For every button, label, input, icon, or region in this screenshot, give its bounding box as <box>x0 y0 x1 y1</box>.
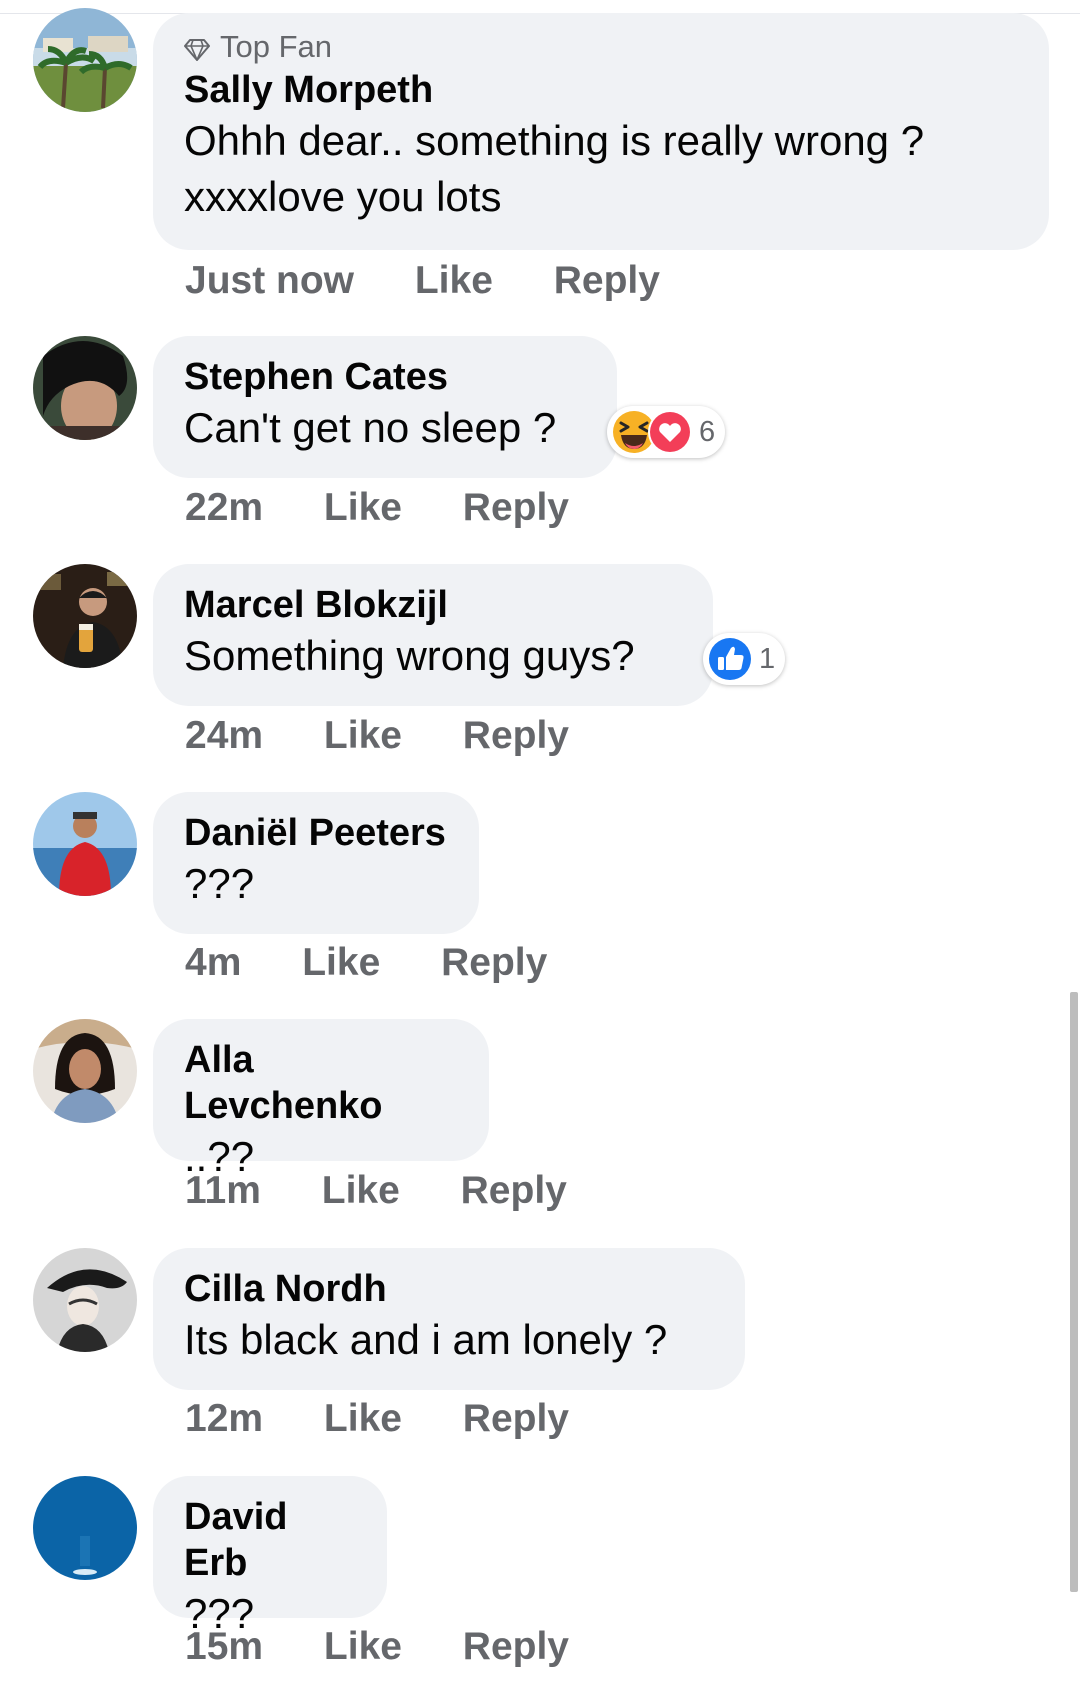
avatar[interactable] <box>33 564 137 668</box>
reaction-count: 1 <box>759 642 776 675</box>
like-reaction-icon <box>709 638 751 680</box>
timestamp[interactable]: 12m <box>185 1394 263 1444</box>
reply-button[interactable]: Reply <box>463 1394 569 1444</box>
diamond-icon <box>184 39 210 63</box>
reply-button[interactable]: Reply <box>461 1166 567 1216</box>
avatar[interactable] <box>33 1476 137 1580</box>
comment-text: ??? <box>184 860 255 907</box>
reply-button[interactable]: Reply <box>554 256 660 306</box>
comment-text: Can't get no sleep ? <box>184 404 557 451</box>
comment-author[interactable]: Alla Levchenko <box>184 1037 458 1129</box>
timestamp[interactable]: 11m <box>185 1166 261 1216</box>
like-button[interactable]: Like <box>324 1394 402 1444</box>
like-button[interactable]: Like <box>415 256 493 306</box>
comment-actions: 15m Like Reply <box>185 1622 619 1672</box>
reply-button[interactable]: Reply <box>463 483 569 533</box>
reaction-summary[interactable]: 1 <box>703 633 786 685</box>
comment-bubble: Marcel Blokzijl Something wrong guys? <box>153 564 713 706</box>
like-button[interactable]: Like <box>324 483 402 533</box>
scrollbar[interactable] <box>1070 992 1078 1592</box>
avatar[interactable] <box>33 8 137 112</box>
top-divider <box>0 0 1080 14</box>
reaction-summary[interactable]: 6 <box>607 406 726 458</box>
comment-bubble: Stephen Cates Can't get no sleep ? <box>153 336 617 478</box>
timestamp[interactable]: Just now <box>185 256 354 306</box>
comment-actions: 4m Like Reply <box>185 938 597 988</box>
comment-bubble: Alla Levchenko ..?? <box>153 1019 489 1180</box>
reply-button[interactable]: Reply <box>463 711 569 761</box>
reaction-count: 6 <box>699 415 716 448</box>
comment-author[interactable]: David Erb <box>184 1494 356 1586</box>
avatar[interactable] <box>33 1248 137 1352</box>
comment-bubble: Cilla Nordh Its black and i am lonely ? <box>153 1248 745 1390</box>
comment-bubble: Top Fan Sally Morpeth Ohhh dear.. someth… <box>153 13 1049 250</box>
comment-author[interactable]: Marcel Blokzijl <box>184 582 682 628</box>
comment-actions: 11m Like Reply <box>185 1166 617 1216</box>
timestamp[interactable]: 4m <box>185 938 241 988</box>
like-button[interactable]: Like <box>302 938 380 988</box>
timestamp[interactable]: 24m <box>185 711 263 761</box>
timestamp[interactable]: 22m <box>185 483 263 533</box>
comment-author[interactable]: Cilla Nordh <box>184 1266 714 1312</box>
comment-bubble: David Erb ??? <box>153 1476 387 1637</box>
comment-text: Something wrong guys? <box>184 632 635 679</box>
like-button[interactable]: Like <box>322 1166 400 1216</box>
comment-author[interactable]: Stephen Cates <box>184 354 586 400</box>
comment-text: xxxxlove you lots <box>184 173 502 220</box>
like-button[interactable]: Like <box>324 711 402 761</box>
comment-actions: 22m Like Reply <box>185 483 619 533</box>
comment-author[interactable]: Sally Morpeth <box>184 67 1018 113</box>
avatar[interactable] <box>33 336 137 440</box>
comment-author[interactable]: Daniël Peeters <box>184 810 448 856</box>
top-fan-badge[interactable]: Top Fan <box>184 29 1018 65</box>
timestamp[interactable]: 15m <box>185 1622 263 1672</box>
comment-text: Its black and i am lonely ? <box>184 1316 668 1363</box>
comment-text: Ohhh dear.. something is really wrong ? <box>184 117 925 164</box>
comment-bubble: Daniël Peeters ??? <box>153 792 479 934</box>
comment-actions: 24m Like Reply <box>185 711 619 761</box>
avatar[interactable] <box>33 1019 137 1123</box>
comment-actions: 12m Like Reply <box>185 1394 619 1444</box>
reply-button[interactable]: Reply <box>463 1622 569 1672</box>
reply-button[interactable]: Reply <box>441 938 547 988</box>
love-reaction-icon <box>648 410 692 454</box>
like-button[interactable]: Like <box>324 1622 402 1672</box>
avatar[interactable] <box>33 792 137 896</box>
badge-label: Top Fan <box>220 29 333 64</box>
comment-actions: Just now Like Reply <box>185 256 710 306</box>
